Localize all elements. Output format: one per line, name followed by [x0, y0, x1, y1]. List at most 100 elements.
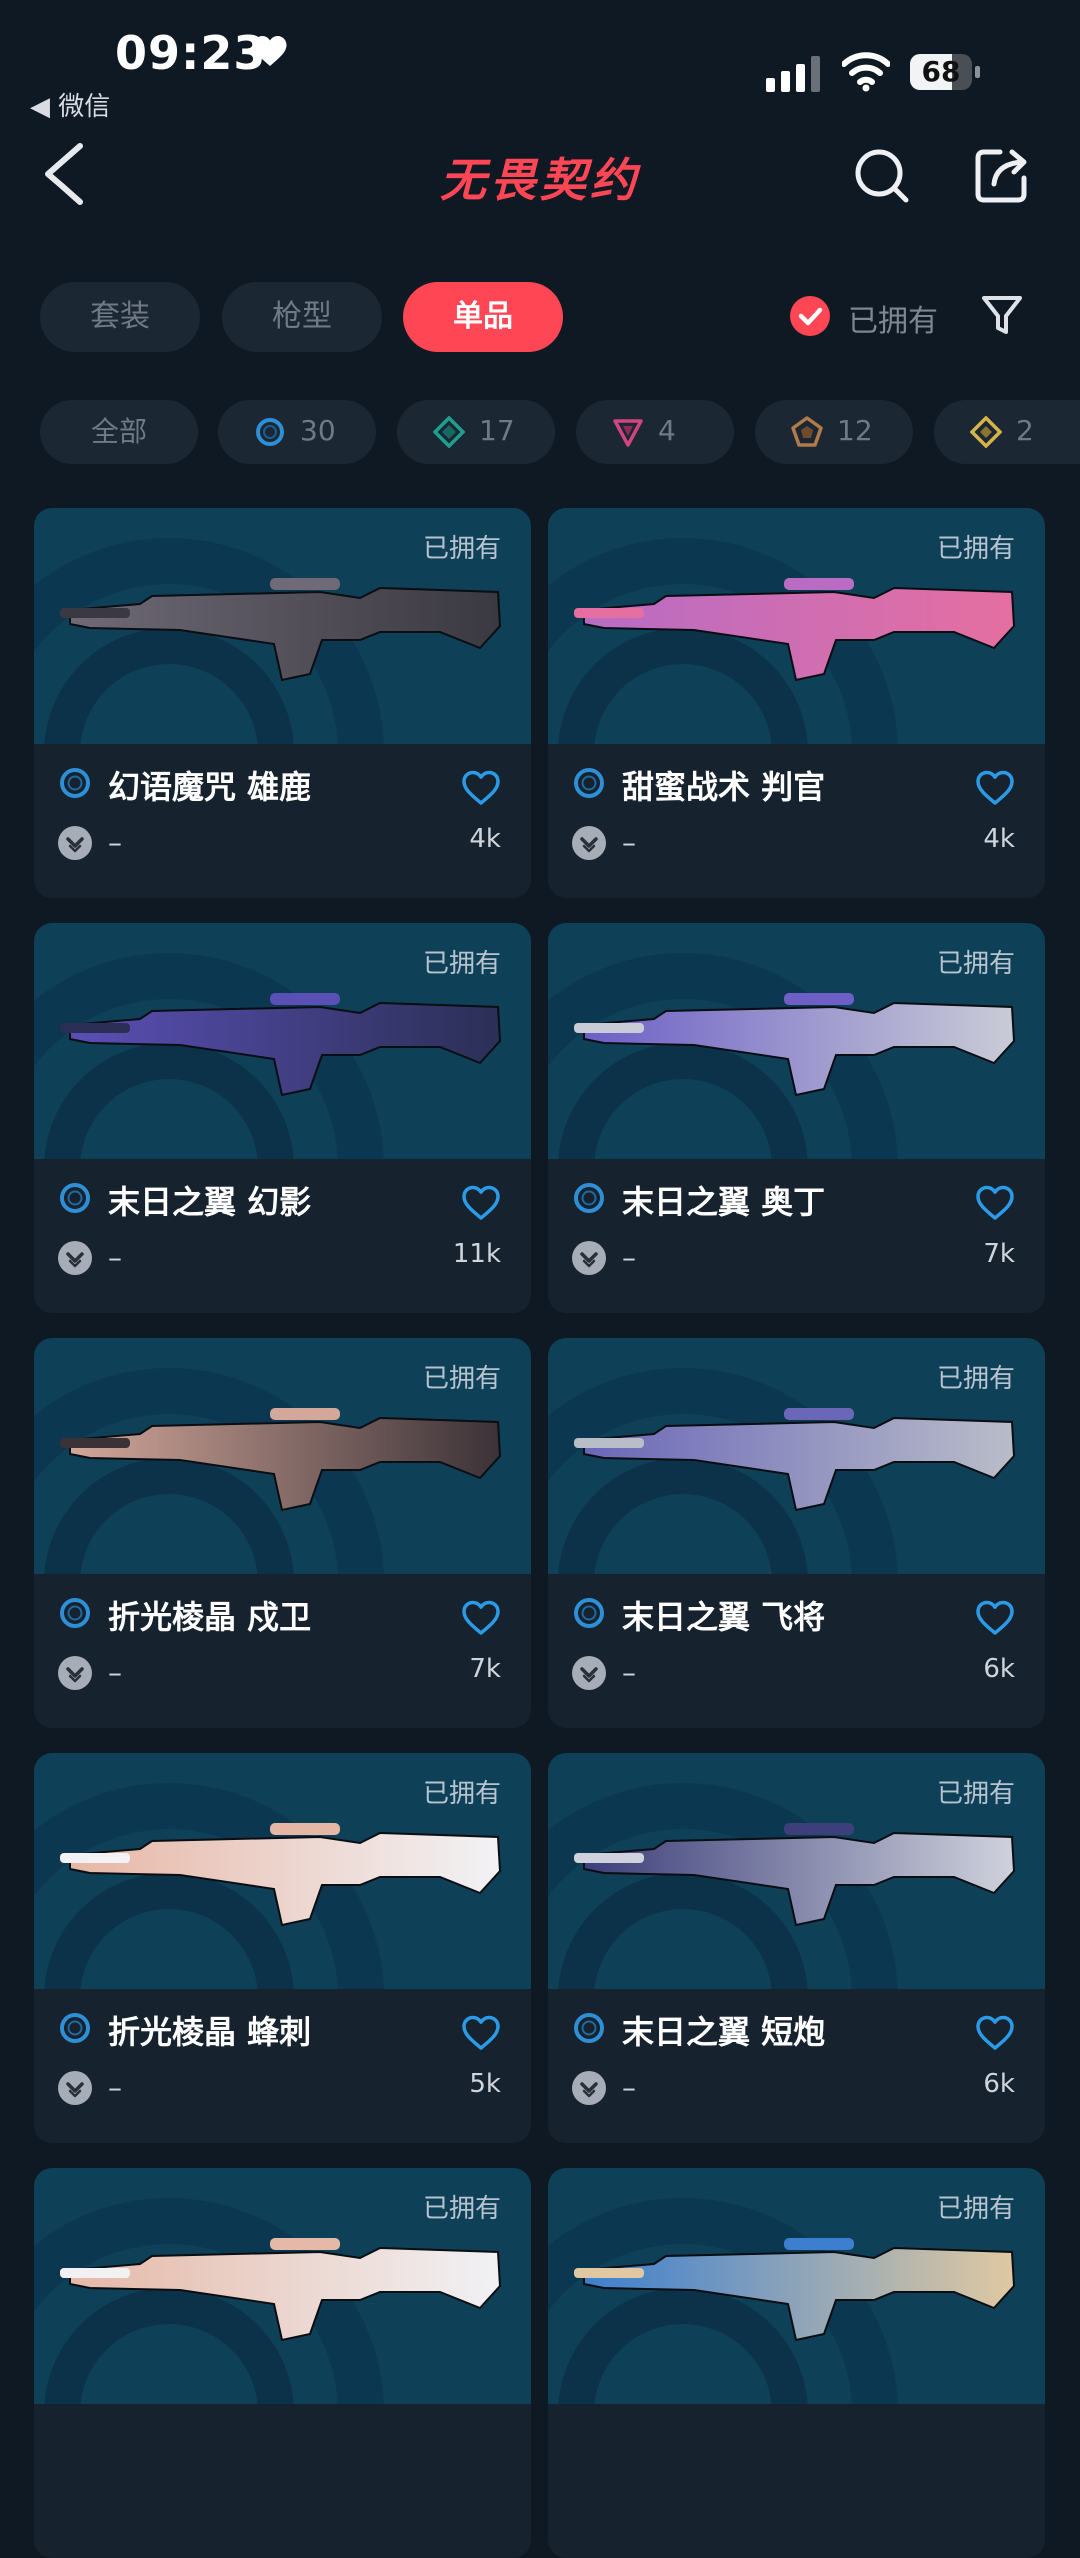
item-card[interactable]: 已拥有 末日之翼 短炮 – 6k [548, 1753, 1045, 2143]
select-tier-icon [574, 1598, 604, 1628]
item-card[interactable]: 已拥有 末日之翼 奥丁 – 7k [548, 923, 1045, 1313]
heart-outline-icon[interactable] [461, 2015, 501, 2051]
select-tier-icon [256, 418, 284, 446]
filter-icon[interactable] [980, 292, 1024, 338]
select-tier-icon [574, 768, 604, 798]
deluxe-tier-icon [433, 416, 465, 448]
battery-level: 68 [921, 55, 961, 88]
owned-filter-label: 已拥有 [848, 304, 938, 339]
item-artwork: 已拥有 [548, 2168, 1045, 2404]
item-name: 末日之翼 飞将 [622, 1598, 826, 1636]
owned-tag: 已拥有 [422, 949, 501, 979]
item-artwork: 已拥有 [548, 923, 1045, 1159]
heart-outline-icon[interactable] [975, 1185, 1015, 1221]
weapon-image [574, 1408, 1016, 1512]
owned-tag: 已拥有 [936, 534, 1015, 564]
rank-chevron-icon [58, 1241, 92, 1275]
item-artwork: 已拥有 [34, 1338, 531, 1574]
weapon-image [60, 1408, 502, 1512]
item-card[interactable]: 已拥有 甜蜜战术 判官 – 4k [548, 508, 1045, 898]
like-count: 11k [452, 1239, 501, 1269]
item-name: 末日之翼 短炮 [622, 2013, 826, 2051]
heart-outline-icon[interactable] [975, 770, 1015, 806]
item-card[interactable]: 已拥有 幻语魔咒 雄鹿 – 4k [34, 508, 531, 898]
item-artwork: 已拥有 [34, 508, 531, 744]
rank-chevron-icon [58, 2071, 92, 2105]
rank-chevron-icon [572, 826, 606, 860]
chip-exclusive-tier[interactable]: 4 [576, 400, 734, 464]
select-tier-icon [574, 2013, 604, 2043]
heart-icon [253, 36, 287, 66]
item-name: 折光棱晶 戍卫 [108, 1598, 312, 1636]
item-card[interactable]: 已拥有 折光棱晶 蜂刺 – 5k [34, 1753, 531, 2143]
chip-premium-tier[interactable]: 12 [755, 400, 913, 464]
owned-tag: 已拥有 [936, 2194, 1015, 2224]
chip-deluxe-tier[interactable]: 17 [397, 400, 555, 464]
owned-tag: 已拥有 [936, 949, 1015, 979]
page-title: 无畏契约 [440, 153, 640, 207]
weapon-image [60, 2238, 502, 2342]
rank-chevron-icon [58, 826, 92, 860]
item-artwork: 已拥有 [548, 508, 1045, 744]
tab-bundles[interactable]: 套装 [40, 282, 200, 352]
item-card[interactable]: 已拥有 [34, 2168, 531, 2558]
like-count: 6k [983, 2069, 1015, 2099]
item-card[interactable]: 已拥有 [548, 2168, 1045, 2558]
heart-outline-icon[interactable] [461, 1600, 501, 1636]
tab-items[interactable]: 单品 [403, 282, 563, 352]
owned-tag: 已拥有 [936, 1364, 1015, 1394]
weapon-image [60, 578, 502, 682]
item-sub-value: – [622, 2071, 636, 2104]
item-sub-value: – [622, 1656, 636, 1689]
select-tier-icon [60, 1183, 90, 1213]
weapon-image [60, 993, 502, 1097]
like-count: 6k [983, 1654, 1015, 1684]
share-icon[interactable] [972, 144, 1032, 204]
exclusive-tier-icon [613, 419, 643, 447]
select-tier-icon [574, 1183, 604, 1213]
item-sub-value: – [622, 826, 636, 859]
cellular-signal-icon [766, 56, 820, 92]
rank-chevron-icon [572, 1241, 606, 1275]
item-artwork: 已拥有 [34, 2168, 531, 2404]
chip-ultra-tier[interactable]: 2 [934, 400, 1080, 464]
tab-weapon-type[interactable]: 枪型 [222, 282, 382, 352]
item-sub-value: – [622, 1241, 636, 1274]
status-bar: 09:23 ◀ 微信 68 [0, 0, 1080, 123]
status-time: 09:23 [115, 26, 267, 80]
item-name: 甜蜜战术 判官 [622, 768, 826, 806]
chip-select-tier[interactable]: 30 [218, 400, 376, 464]
checkmark-icon [790, 296, 830, 336]
like-count: 5k [469, 2069, 501, 2099]
owned-tag: 已拥有 [422, 534, 501, 564]
item-card[interactable]: 已拥有 末日之翼 飞将 – 6k [548, 1338, 1045, 1728]
select-tier-icon [60, 1598, 90, 1628]
item-sub-value: – [108, 826, 122, 859]
heart-outline-icon[interactable] [975, 2015, 1015, 2051]
rank-chevron-icon [572, 1656, 606, 1690]
chip-count: 4 [658, 414, 676, 447]
heart-outline-icon[interactable] [975, 1600, 1015, 1636]
weapon-image [60, 1823, 502, 1927]
item-name: 幻语魔咒 雄鹿 [108, 768, 312, 806]
like-count: 7k [983, 1239, 1015, 1269]
wifi-icon [842, 52, 890, 92]
weapon-image [574, 578, 1016, 682]
item-card[interactable]: 已拥有 末日之翼 幻影 – 11k [34, 923, 531, 1313]
item-name: 折光棱晶 蜂刺 [108, 2013, 312, 2051]
back-to-app-link[interactable]: ◀ 微信 [30, 86, 110, 123]
item-card[interactable]: 已拥有 折光棱晶 戍卫 – 7k [34, 1338, 531, 1728]
search-icon[interactable] [852, 146, 912, 206]
heart-outline-icon[interactable] [461, 1185, 501, 1221]
item-artwork: 已拥有 [548, 1338, 1045, 1574]
chip-all[interactable]: 全部 [40, 400, 198, 464]
heart-outline-icon[interactable] [461, 770, 501, 806]
select-tier-icon [60, 768, 90, 798]
owned-tag: 已拥有 [422, 2194, 501, 2224]
weapon-image [574, 1823, 1016, 1927]
like-count: 4k [983, 824, 1015, 854]
back-arrow-icon[interactable] [40, 140, 90, 210]
item-artwork: 已拥有 [548, 1753, 1045, 1989]
owned-tag: 已拥有 [422, 1779, 501, 1809]
owned-filter-toggle[interactable]: 已拥有 [790, 292, 990, 342]
